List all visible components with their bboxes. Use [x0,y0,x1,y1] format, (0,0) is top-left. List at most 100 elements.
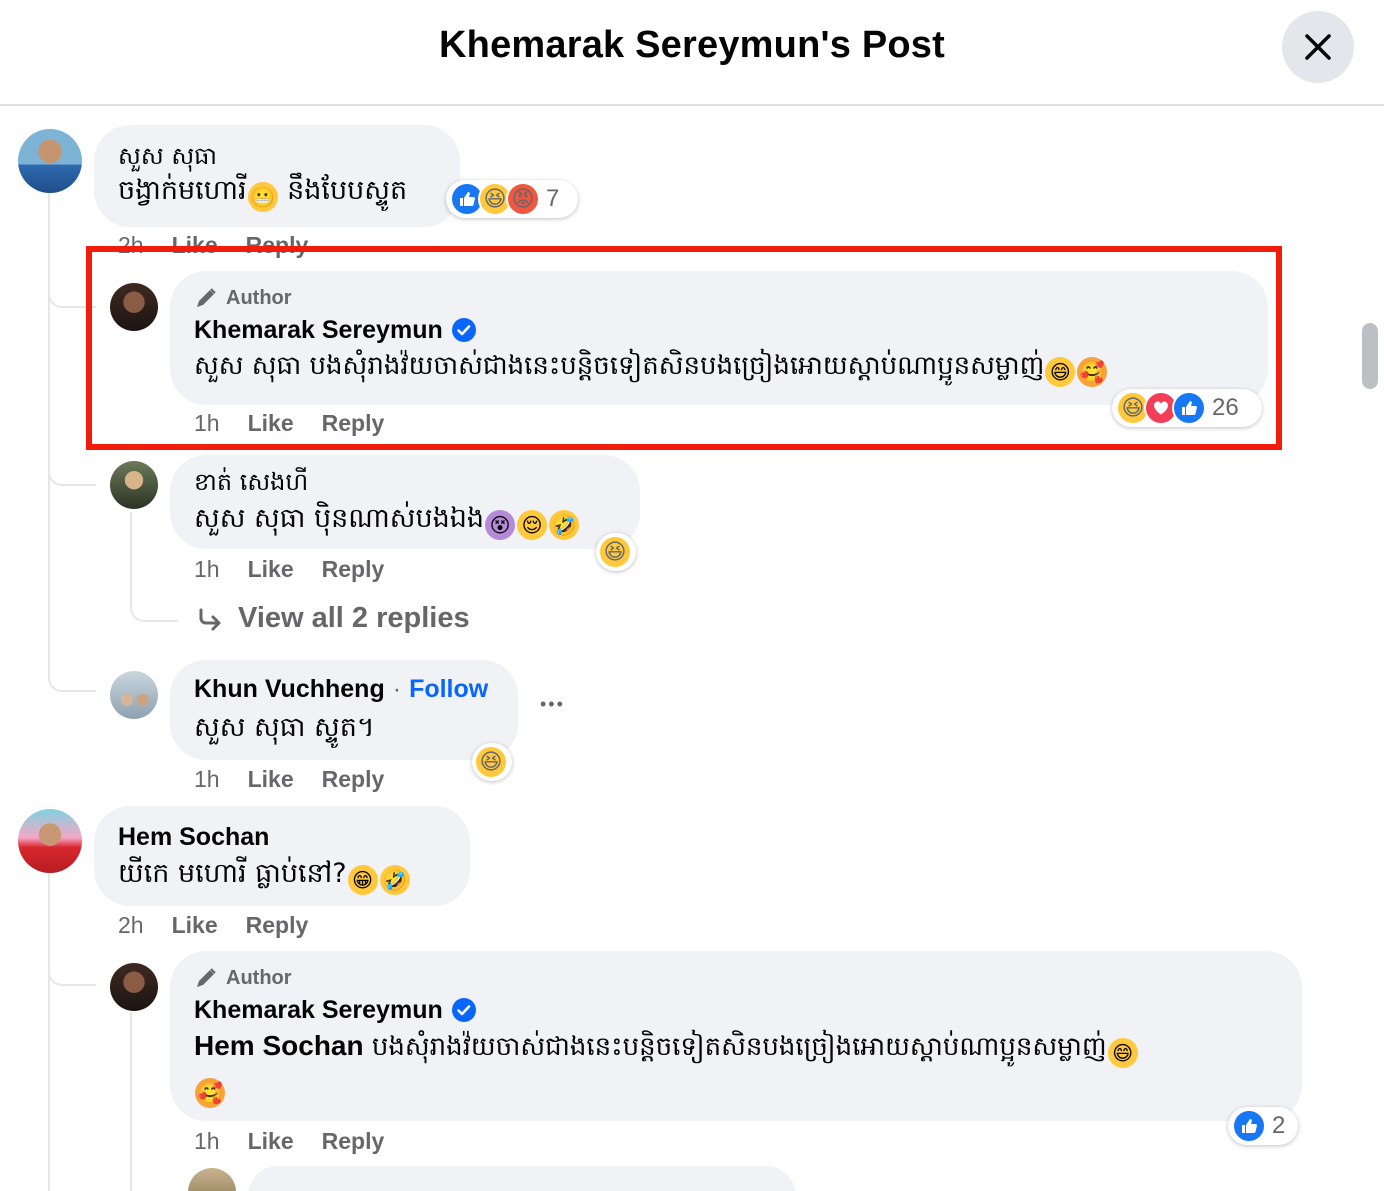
haha-reaction-icon: 😆 [474,745,508,779]
reply-button[interactable]: Reply [322,410,385,437]
thread-line [48,192,50,612]
comment-bubble: ខាត់ សេងហី សួស សុធា ប៉ិនណាស់បងឯង 😵 😌 🤣 [170,455,640,549]
comment-author[interactable]: Khemarak Sereymun [194,996,443,1025]
comment-actions: 1h Like Reply [194,410,384,437]
avatar[interactable] [110,461,158,509]
separator-dot: · [392,674,402,703]
thread-line [130,1012,132,1191]
mention-link[interactable]: Hem Sochan [194,1030,364,1061]
comment-text: យីកេ មហោរី ធ្លាប់នៅ? 😁 🤣 [118,854,446,895]
follow-button[interactable]: Follow [409,675,488,704]
comment-text-part: សួស សុធា បងសុំរាងវ៉យចាស់ជាងនេះបន្តិចទៀតស… [194,351,1045,381]
avatar[interactable] [18,809,82,873]
comment-author-row: Khemarak Sereymun [194,313,1244,347]
reply-button[interactable]: Reply [246,912,309,939]
author-label: Author [226,966,292,989]
more-icon[interactable]: ••• [540,694,565,715]
avatar[interactable] [18,129,82,193]
comment-text-part: ចង្វាក់មហោរី [118,175,247,206]
thread-connector [130,512,178,622]
thread-line [48,872,50,1191]
avatar[interactable] [110,963,158,1011]
comment-author[interactable]: Khun Vuchheng [194,675,385,704]
thread-connector [48,600,96,692]
comment-bubble: សួស សុធា ចង្វាក់មហោរី 😬 នឹងបែបស្ទូត [94,125,460,227]
reaction-summary[interactable]: 😆 [472,743,512,781]
thread-connector [48,260,96,308]
hearts-emoji-icon: 🥰 [195,1078,225,1108]
like-button[interactable]: Like [248,556,294,583]
reply-button[interactable]: Reply [322,766,385,793]
comment-actions: 2h Like Reply [118,912,308,939]
hearts-emoji-icon: 🥰 [1077,357,1108,387]
reaction-count: 7 [546,185,560,212]
comment-text: សួស សុធា ស្ទូត។ [194,712,375,743]
woozy-emoji-icon: 😵 [485,510,516,540]
like-reaction-icon [1172,391,1206,425]
comment-bubble: Hem Sochan យីកេ មហោរី ធ្លាប់នៅ? 😁 🤣 [94,806,470,906]
comment-author[interactable]: Hem Sochan [118,820,446,854]
view-replies-link[interactable]: View all 2 replies [196,602,470,635]
comment-time[interactable]: 1h [194,1128,220,1155]
comment-actions: 1h Like Reply [194,1128,384,1155]
avatar[interactable] [188,1168,236,1191]
reply-button[interactable]: Reply [322,556,385,583]
comment-actions: 1h Like Reply [194,556,384,583]
comment-text-part: យីកេ មហោរី ធ្លាប់នៅ? [118,858,347,889]
verified-badge-icon [451,318,476,342]
comment-bubble: Khun Vuchheng · Follow សួស សុធា ស្ទូត។ [170,660,518,760]
rofl-emoji-icon: 🤣 [549,510,580,540]
comment-time[interactable]: 1h [194,410,220,437]
comment-text: Hem Sochan បងសុំរាងវ៉យចាស់ជាងនេះបន្តិចទៀ… [194,1027,1274,1108]
pencil-icon [197,288,216,307]
reaction-summary[interactable]: 😆 😡 7 [446,180,578,218]
reaction-summary[interactable]: 2 [1228,1107,1298,1145]
thread-connector [48,440,96,486]
page-title: Khemarak Sereymun's Post [439,24,945,66]
comment-time[interactable]: 1h [194,556,220,583]
comment-bubble: Author Khemarak Sereymun សួស សុធា បងសុំរ… [170,271,1268,405]
author-badge: Author [194,283,1244,313]
grin-emoji-icon: 😁 [347,865,378,895]
like-button[interactable]: Like [248,766,294,793]
grin-emoji-icon: 😄 [1045,357,1076,387]
pencil-icon [197,968,216,987]
scrollbar-thumb[interactable] [1362,323,1378,389]
reaction-count: 26 [1212,394,1239,421]
comment-text: ចង្វាក់មហោរី 😬 នឹងបែបស្ទូត [118,173,436,212]
reply-button[interactable]: Reply [246,232,309,259]
haha-reaction-icon: 😆 [598,535,632,569]
comment-author[interactable]: សួស សុធា [118,139,436,173]
like-button[interactable]: Like [172,912,218,939]
avatar[interactable] [110,283,158,331]
grin-emoji-icon: 😄 [1107,1038,1138,1068]
author-label: Author [226,286,292,309]
comment-text-part: បងសុំរាងវ៉យចាស់ជាងនេះបន្តិចទៀតសិនបងច្រៀង… [363,1032,1107,1062]
comment-time[interactable]: 1h [194,766,220,793]
comment-time[interactable]: 2h [118,912,144,939]
reply-arrow-icon [199,608,221,630]
reply-button[interactable]: Reply [322,1128,385,1155]
reaction-summary[interactable]: 😆 26 [1112,389,1262,427]
comment-text: សួស សុធា ប៉ិនណាស់បងឯង 😵 😌 🤣 [194,499,616,540]
reaction-summary[interactable]: 😆 [596,533,636,571]
comment-actions: 2h Like Reply [118,232,308,259]
grimace-emoji-icon: 😬 [247,182,278,212]
thread-connector [48,940,96,986]
avatar[interactable] [110,671,158,719]
close-button[interactable] [1282,11,1354,83]
reaction-count: 2 [1272,1112,1286,1139]
rofl-emoji-icon: 🤣 [379,865,410,895]
comment-text-part: នឹងបែបស្ទូត [278,175,408,206]
angry-reaction-icon: 😡 [506,182,540,216]
view-replies-label[interactable]: View all 2 replies [238,602,470,635]
close-icon [1305,34,1331,60]
like-button[interactable]: Like [248,1128,294,1155]
comment-actions: 1h Like Reply [194,766,384,793]
like-button[interactable]: Like [248,410,294,437]
verified-badge-icon [451,998,476,1022]
comment-author[interactable]: Khemarak Sereymun [194,316,443,345]
like-button[interactable]: Like [172,232,218,259]
comment-author[interactable]: ខាត់ សេងហី [194,465,616,499]
comment-time[interactable]: 2h [118,232,144,259]
